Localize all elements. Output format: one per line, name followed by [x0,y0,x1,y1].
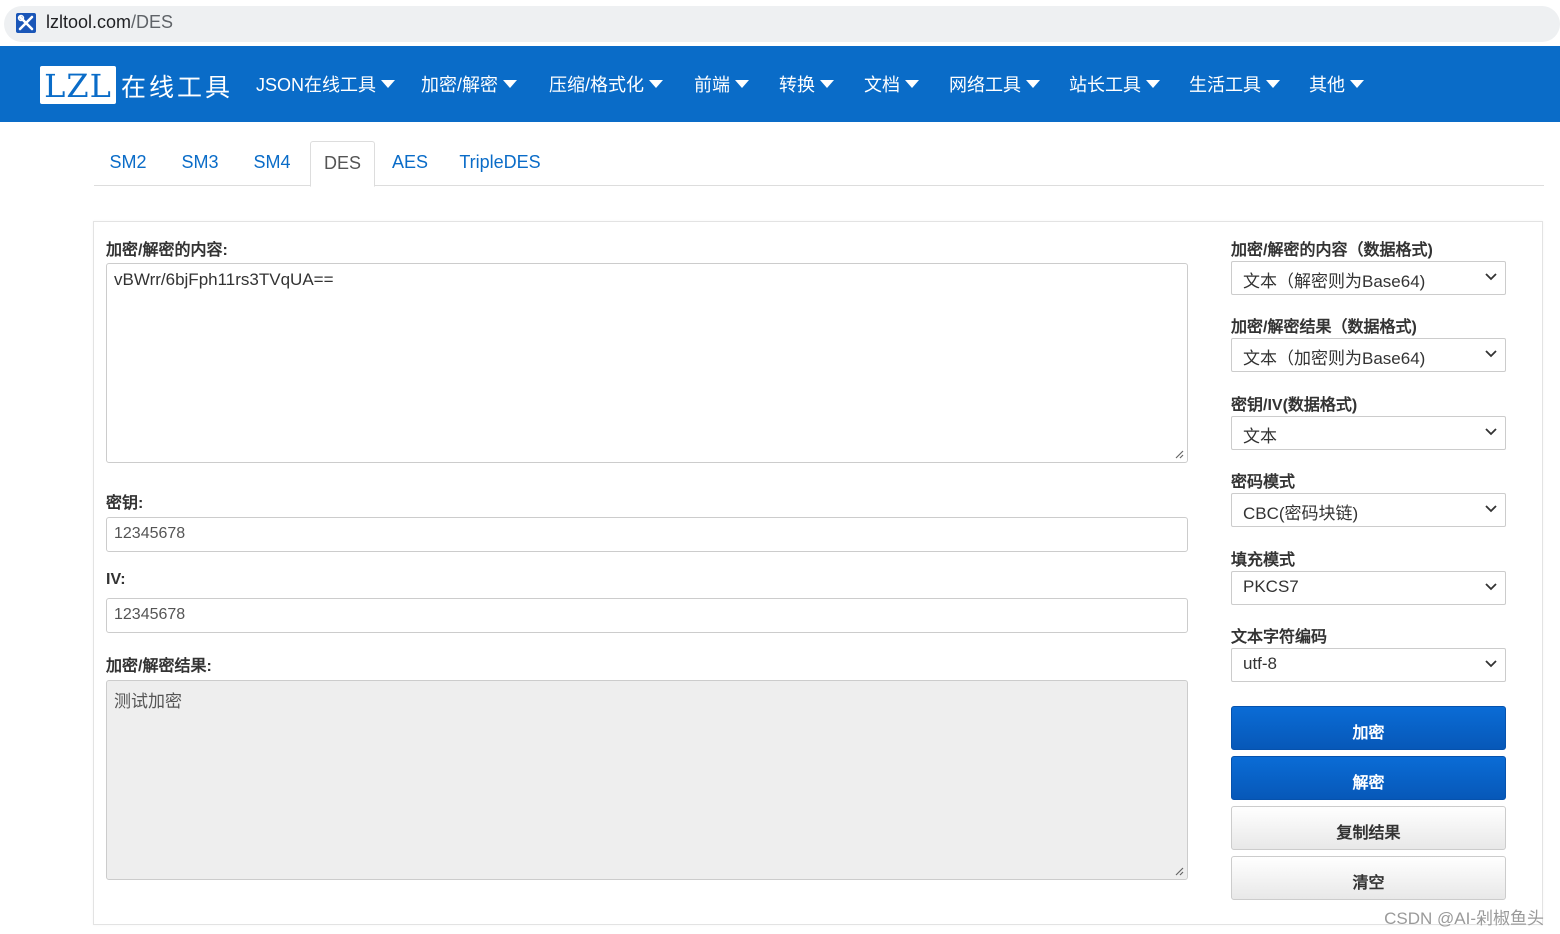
tab-sm3[interactable]: SM3 [166,141,234,186]
caret-down-icon [1146,80,1160,88]
chevron-down-icon [1485,583,1497,591]
result-value: 测试加密 [114,692,182,711]
nav-label: 文档 [864,75,900,95]
nav-label: 前端 [694,75,730,95]
padding-select[interactable]: PKCS7 [1231,571,1506,605]
nav-label: 生活工具 [1189,75,1261,95]
tab-des[interactable]: DES [310,141,375,187]
caret-down-icon [1350,80,1364,88]
caret-down-icon [1026,80,1040,88]
tab-aes[interactable]: AES [378,141,442,186]
chevron-down-icon [1485,505,1497,513]
nav-item-life[interactable]: 生活工具 [1189,71,1280,97]
logo-mark: LZL [44,67,112,105]
content-label: 加密/解密的内容: [106,242,228,259]
encrypt-button[interactable]: 加密 [1231,706,1506,750]
tab-sm4[interactable]: SM4 [238,141,306,186]
decrypt-button[interactable]: 解密 [1231,756,1506,800]
content-value: vBWrr/6bjFph11rs3TVqUA== [114,270,334,289]
tools-icon [16,13,36,33]
key-format-value: 文本 [1243,427,1277,446]
content-format-select[interactable]: 文本（解密则为Base64) [1231,261,1506,295]
result-format-label: 加密/解密结果（数据格式) [1231,319,1417,336]
nav-item-convert[interactable]: 转换 [779,71,834,97]
mode-label: 密码模式 [1231,474,1296,491]
result-textarea[interactable]: 测试加密 [106,680,1188,880]
algorithm-tabs: SM2 SM3 SM4 DES AES TripleDES [94,141,1544,187]
copy-result-button[interactable]: 复制结果 [1231,806,1506,850]
top-navbar: LZL 在线工具 JSON在线工具 加密/解密 压缩/格式化 前端 转换 文档 … [0,46,1560,122]
clear-button[interactable]: 清空 [1231,856,1506,900]
url-field[interactable] [4,6,1560,42]
key-format-select[interactable]: 文本 [1231,416,1506,450]
nav-item-json[interactable]: JSON在线工具 [256,71,396,97]
logo-text[interactable]: 在线工具 [121,68,233,104]
nav-label: 其他 [1309,75,1345,95]
url-text[interactable]: lzltool.com/DES [46,12,173,33]
mode-value: CBC(密码块链) [1243,504,1359,523]
tab-sm2[interactable]: SM2 [94,141,162,186]
caret-down-icon [820,80,834,88]
caret-down-icon [735,80,749,88]
padding-label: 填充模式 [1231,552,1296,569]
content-format-label: 加密/解密的内容（数据格式) [1231,242,1433,259]
encoding-label: 文本字符编码 [1231,629,1328,646]
padding-value: PKCS7 [1243,577,1299,596]
watermark: CSDN @AI-剁椒鱼头 [1384,909,1544,928]
iv-label: IV: [106,571,126,588]
result-label: 加密/解密结果: [106,658,212,675]
url-path: /DES [131,12,174,32]
chevron-down-icon [1485,273,1497,281]
nav-item-frontend[interactable]: 前端 [694,71,749,97]
tab-tripledes[interactable]: TripleDES [450,141,550,186]
nav-item-crypto[interactable]: 加密/解密 [421,71,518,97]
nav-item-network[interactable]: 网络工具 [949,71,1040,97]
caret-down-icon [649,80,664,88]
chevron-down-icon [1485,428,1497,436]
nav-item-compress[interactable]: 压缩/格式化 [549,71,664,97]
caret-down-icon [381,80,396,88]
result-format-value: 文本（加密则为Base64) [1243,349,1426,368]
nav-item-other[interactable]: 其他 [1309,71,1364,97]
content-textarea[interactable]: vBWrr/6bjFph11rs3TVqUA== [106,263,1188,463]
caret-down-icon [1266,80,1280,88]
caret-down-icon [503,80,518,88]
nav-item-docs[interactable]: 文档 [864,71,919,97]
key-input[interactable]: 12345678 [106,517,1188,552]
encoding-select[interactable]: utf-8 [1231,648,1506,682]
url-host: lzltool.com [46,12,132,32]
mode-select[interactable]: CBC(密码块链) [1231,493,1506,527]
chevron-down-icon [1485,350,1497,358]
resize-handle-icon[interactable] [1174,449,1184,459]
nav-label: 压缩/格式化 [549,75,645,95]
nav-label: 网络工具 [949,75,1021,95]
caret-down-icon [905,80,919,88]
result-format-select[interactable]: 文本（加密则为Base64) [1231,338,1506,372]
browser-address-bar: lzltool.com/DES [0,0,1560,46]
nav-label: 加密/解密 [421,75,499,95]
key-format-label: 密钥/IV(数据格式) [1231,397,1358,414]
encoding-value: utf-8 [1243,654,1278,673]
site-logo[interactable]: LZL [40,66,116,105]
nav-label: JSON在线工具 [256,75,377,95]
nav-label: 转换 [779,75,815,95]
nav-label: 站长工具 [1069,75,1141,95]
iv-input[interactable]: 12345678 [106,598,1188,633]
resize-handle-icon[interactable] [1174,866,1184,876]
key-label: 密钥: [106,495,144,512]
content-format-value: 文本（解密则为Base64) [1243,272,1426,291]
chevron-down-icon [1485,660,1497,668]
nav-item-webmaster[interactable]: 站长工具 [1069,71,1160,97]
